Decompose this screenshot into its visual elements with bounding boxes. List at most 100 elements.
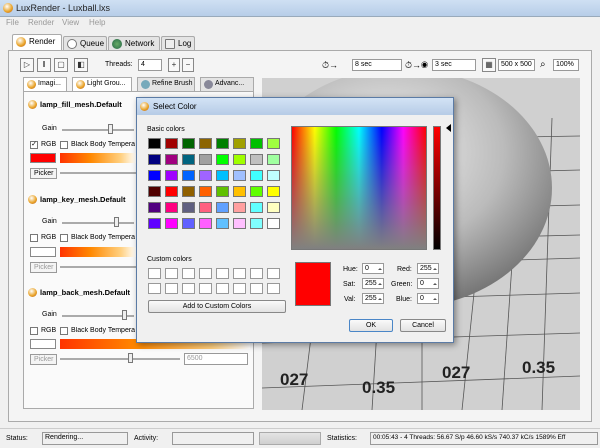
custom-color-cell[interactable] <box>148 283 161 294</box>
basic-color-cell[interactable] <box>199 202 212 213</box>
basic-color-cell[interactable] <box>233 170 246 181</box>
basic-color-cell[interactable] <box>216 154 229 165</box>
basic-color-cell[interactable] <box>250 186 263 197</box>
value-pointer-icon[interactable] <box>442 124 451 132</box>
basic-color-cell[interactable] <box>165 186 178 197</box>
basic-color-cell[interactable] <box>233 202 246 213</box>
zoom-icon[interactable]: ⌕ <box>540 59 546 70</box>
basic-color-cell[interactable] <box>165 202 178 213</box>
basic-color-cell[interactable] <box>199 170 212 181</box>
hue-spinbox[interactable]: 0 <box>362 263 384 274</box>
custom-color-cell[interactable] <box>148 268 161 279</box>
basic-color-cell[interactable] <box>267 186 280 197</box>
refresh-time-select[interactable]: 3 sec <box>432 59 476 71</box>
custom-color-cell[interactable] <box>182 268 195 279</box>
color-swatch-fill[interactable] <box>30 153 56 163</box>
custom-color-cell[interactable] <box>233 268 246 279</box>
value-slider[interactable] <box>433 126 441 250</box>
basic-color-cell[interactable] <box>250 138 263 149</box>
group-key-header[interactable]: lamp_key_mesh.Default <box>28 195 125 204</box>
stop-icon[interactable]: ▢ <box>54 58 68 72</box>
basic-color-cell[interactable] <box>250 170 263 181</box>
basic-color-cell[interactable] <box>267 170 280 181</box>
tab-render[interactable]: Render <box>12 34 62 51</box>
basic-color-cell[interactable] <box>250 218 263 229</box>
basic-color-cell[interactable] <box>148 186 161 197</box>
tab-light-groups[interactable]: Light Grou... <box>72 77 132 91</box>
basic-color-cell[interactable] <box>148 202 161 213</box>
zoom-field[interactable]: 100% <box>553 59 579 71</box>
gain-slider-fill[interactable] <box>62 129 134 131</box>
basic-color-cell[interactable] <box>216 218 229 229</box>
basic-color-cell[interactable] <box>267 154 280 165</box>
basic-color-cell[interactable] <box>233 186 246 197</box>
custom-color-cell[interactable] <box>216 283 229 294</box>
basic-color-cell[interactable] <box>267 202 280 213</box>
basic-color-cell[interactable] <box>148 138 161 149</box>
group-back-header[interactable]: lamp_back_mesh.Default <box>28 288 130 297</box>
basic-color-cell[interactable] <box>250 202 263 213</box>
toggle-icon[interactable]: ◧ <box>74 58 88 72</box>
custom-color-cell[interactable] <box>216 268 229 279</box>
blackbody-checkbox-key[interactable] <box>60 234 68 242</box>
basic-color-cell[interactable] <box>165 218 178 229</box>
gain-slider-thumb-back[interactable] <box>122 310 127 320</box>
basic-color-cell[interactable] <box>216 186 229 197</box>
basic-color-cell[interactable] <box>199 218 212 229</box>
blackbody-checkbox-fill[interactable] <box>60 141 68 149</box>
basic-color-cell[interactable] <box>250 154 263 165</box>
val-spinbox[interactable]: 255 <box>362 293 384 304</box>
basic-color-cell[interactable] <box>182 170 195 181</box>
basic-color-cell[interactable] <box>182 154 195 165</box>
basic-color-cell[interactable] <box>165 170 178 181</box>
custom-color-cell[interactable] <box>233 283 246 294</box>
menu-view[interactable]: View <box>62 18 79 27</box>
basic-color-cell[interactable] <box>182 186 195 197</box>
tab-imaging[interactable]: Imagi... <box>23 77 67 91</box>
ok-button[interactable]: OK <box>349 319 393 332</box>
remove-thread-icon[interactable]: − <box>182 58 194 72</box>
basic-color-cell[interactable] <box>165 138 178 149</box>
color-swatch-key[interactable] <box>30 247 56 257</box>
basic-color-cell[interactable] <box>165 154 178 165</box>
sat-spinbox[interactable]: 255 <box>362 278 384 289</box>
basic-color-cell[interactable] <box>216 170 229 181</box>
menu-render[interactable]: Render <box>28 18 54 27</box>
custom-color-cell[interactable] <box>182 283 195 294</box>
blue-spinbox[interactable]: 0 <box>417 293 439 304</box>
temperature-field-back[interactable]: 6500 <box>184 353 248 365</box>
custom-color-cell[interactable] <box>165 283 178 294</box>
start-icon[interactable]: ▷ <box>20 58 34 72</box>
green-spinbox[interactable]: 0 <box>417 278 439 289</box>
gain-slider-thumb-key[interactable] <box>114 217 119 227</box>
basic-color-cell[interactable] <box>182 202 195 213</box>
temperature-slider-fill[interactable] <box>60 172 136 174</box>
custom-color-cell[interactable] <box>250 268 263 279</box>
pause-icon[interactable]: ‖ <box>37 58 51 72</box>
custom-color-cell[interactable] <box>267 283 280 294</box>
gain-slider-thumb-fill[interactable] <box>108 124 113 134</box>
red-spinbox[interactable]: 255 <box>417 263 439 274</box>
custom-color-cell[interactable] <box>199 268 212 279</box>
basic-color-cell[interactable] <box>233 218 246 229</box>
basic-color-cell[interactable] <box>182 218 195 229</box>
tab-network[interactable]: Network <box>108 36 160 50</box>
add-thread-icon[interactable]: + <box>168 58 180 72</box>
basic-color-cell[interactable] <box>199 138 212 149</box>
custom-color-cell[interactable] <box>199 283 212 294</box>
basic-color-cell[interactable] <box>182 138 195 149</box>
basic-color-cell[interactable] <box>216 202 229 213</box>
gain-slider-key[interactable] <box>62 222 134 224</box>
blackbody-checkbox-back[interactable] <box>60 327 68 335</box>
basic-color-cell[interactable] <box>199 186 212 197</box>
tab-refine-brush[interactable]: Refine Brush <box>137 77 195 91</box>
basic-color-cell[interactable] <box>216 138 229 149</box>
rgb-checkbox-back[interactable] <box>30 327 38 335</box>
picker-button-back[interactable]: Picker <box>30 354 58 365</box>
picker-button-fill[interactable]: Picker <box>30 168 58 179</box>
add-custom-colors-button[interactable]: Add to Custom Colors <box>148 300 286 313</box>
basic-color-cell[interactable] <box>233 154 246 165</box>
threads-spinbox[interactable]: 4 <box>138 59 162 71</box>
basic-color-cell[interactable] <box>267 218 280 229</box>
temperature-slider-key[interactable] <box>60 266 136 268</box>
